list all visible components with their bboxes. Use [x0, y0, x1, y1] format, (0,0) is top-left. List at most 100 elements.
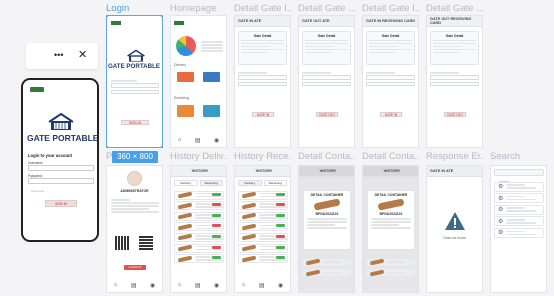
tab-receiving[interactable]: Receiving [199, 180, 223, 186]
detail-gate-in-receiving-frame[interactable]: GATE IN RECEIVING CARD Gate Detail GATE … [362, 15, 419, 148]
list-item[interactable] [238, 232, 288, 242]
frame-title-login[interactable]: Login [106, 3, 164, 14]
truck-icon[interactable] [177, 72, 194, 82]
signin-button[interactable]: SIGN IN [45, 200, 77, 207]
detail-gate-out-ate-frame[interactable]: GATE OUT ATE Gate Detail GATE OUT [298, 15, 355, 148]
frame-title-detail-2[interactable]: Detail Gate ... [298, 3, 356, 14]
history-delivery-frame[interactable]: HISTORY Delivery Receiving ⌂ ▤ ◉ [170, 165, 227, 293]
container-icon[interactable] [203, 72, 220, 82]
frame-title-detail-1[interactable]: Detail Gate I... [234, 3, 292, 14]
list-item[interactable] [238, 190, 288, 200]
frame-title-history-delivery[interactable]: History Deliv... [170, 151, 228, 162]
signin-button[interactable]: SIGN IN [121, 120, 149, 125]
gate-in-button[interactable]: GATE IN [380, 112, 402, 117]
input-field[interactable] [302, 75, 351, 80]
profile-info [111, 198, 159, 214]
tab-delivery[interactable]: Delivery [174, 180, 198, 186]
gate-logo [126, 49, 146, 63]
list-item[interactable] [302, 268, 352, 278]
input-field[interactable] [366, 75, 415, 80]
history-icon[interactable]: ▤ [259, 282, 265, 289]
list-item[interactable] [174, 254, 224, 264]
response-error-frame[interactable]: GATE IN ATE Data not found [426, 165, 483, 293]
brand-title: GATE PORTABLE [27, 133, 99, 143]
frame-title-homepage[interactable]: Homepage [170, 3, 228, 14]
detail-container-frame-1[interactable]: HISTORY DETAIL CONTAINER BPNU2023123 [298, 165, 355, 293]
profile-icon[interactable]: ◉ [214, 282, 219, 289]
selection-handle[interactable] [107, 16, 108, 17]
list-item[interactable] [238, 222, 288, 232]
list-item[interactable] [174, 243, 224, 253]
tab-receiving[interactable]: Receiving [263, 180, 287, 186]
tab-delivery[interactable]: Delivery [238, 180, 262, 186]
history-icon[interactable]: ▤ [195, 137, 201, 144]
profile-icon[interactable]: ◉ [150, 282, 155, 289]
input-field[interactable] [238, 81, 287, 87]
logout-button[interactable]: LOGOUT [124, 265, 146, 270]
list-item[interactable] [366, 257, 416, 267]
username-field[interactable] [111, 83, 159, 88]
frame-title-detail-container-1[interactable]: Detail Conta... [298, 151, 356, 162]
close-icon[interactable]: ✕ [78, 48, 87, 61]
selection-handle[interactable] [161, 146, 162, 147]
homepage-frame[interactable]: Delivery Receiving ⌂ ▤ ◉ [170, 15, 227, 148]
profile-icon[interactable]: ◉ [214, 137, 219, 144]
more-options-icon[interactable]: ••• [54, 50, 63, 60]
home-icon[interactable]: ⌂ [242, 282, 246, 289]
frame-title-detail-4[interactable]: Detail Gate ... [426, 3, 484, 14]
gate-in-button[interactable]: GATE IN [252, 112, 274, 117]
list-item[interactable] [238, 201, 288, 211]
input-field[interactable] [430, 81, 479, 87]
detail-gate-in-ate-frame[interactable]: GATE IN ATE Gate Detail GATE IN [234, 15, 291, 148]
detail-gate-out-receiving-frame[interactable]: GATE OUT RECEIVING CARD Gate Detail GATE… [426, 15, 483, 148]
profile-icon[interactable]: ◉ [278, 282, 283, 289]
list-item[interactable]: ⚙ [494, 193, 544, 204]
search-input[interactable]: Search [494, 169, 544, 184]
profile-frame[interactable]: ADMINISTRATOR LOGOUT ⌂ ▤ ◉ [106, 165, 163, 293]
frame-title-search[interactable]: Search [490, 151, 548, 162]
list-item[interactable]: ⚙ [494, 216, 544, 227]
list-item[interactable] [174, 190, 224, 200]
truck-icon[interactable] [177, 105, 194, 117]
gate-out-button[interactable]: GATE OUT [316, 112, 338, 117]
list-item[interactable] [174, 232, 224, 242]
password-field[interactable] [111, 89, 159, 95]
username-input[interactable]: Username [28, 165, 94, 180]
list-item[interactable]: ⚙ [494, 227, 544, 238]
list-item[interactable] [174, 201, 224, 211]
section-receiving: Receiving [174, 96, 189, 100]
selection-handle[interactable] [107, 146, 108, 147]
home-icon[interactable]: ⌂ [178, 137, 182, 144]
list-item[interactable] [302, 257, 352, 267]
list-item[interactable] [366, 268, 416, 278]
gate-detail-card: Gate Detail [302, 31, 351, 65]
list-item[interactable] [174, 222, 224, 232]
search-frame[interactable]: Search ⚙ ⚙ ⚙ ⚙ ⚙ [490, 165, 547, 293]
list-item[interactable]: ⚙ [494, 181, 544, 192]
phone-preview: GATE PORTABLE Login to your account User… [21, 78, 99, 242]
list-item[interactable] [238, 211, 288, 221]
list-item[interactable] [174, 211, 224, 221]
input-field[interactable] [302, 81, 351, 87]
login-frame[interactable]: GATE PORTABLE SIGN IN [106, 15, 163, 148]
home-icon[interactable]: ⌂ [114, 282, 118, 289]
input-field[interactable] [366, 81, 415, 87]
list-item[interactable]: ⚙ [494, 204, 544, 215]
input-field[interactable] [238, 75, 287, 80]
selection-handle[interactable] [161, 16, 162, 17]
detail-container-frame-2[interactable]: HISTORY DETAIL CONTAINER BPNU2023123 [362, 165, 419, 293]
history-icon[interactable]: ▤ [195, 282, 201, 289]
history-receiving-frame[interactable]: HISTORY Delivery Receiving ⌂ ▤ ◉ [234, 165, 291, 293]
frame-title-history-receiving[interactable]: History Rece... [234, 151, 292, 162]
list-item[interactable] [238, 243, 288, 253]
input-field[interactable] [430, 75, 479, 80]
container-icon[interactable] [203, 105, 220, 117]
home-icon[interactable]: ⌂ [178, 282, 182, 289]
history-icon[interactable]: ▤ [131, 282, 137, 289]
list-item[interactable] [238, 254, 288, 264]
password-input[interactable]: Password [28, 178, 94, 193]
gate-out-button[interactable]: GATE OUT [444, 112, 466, 117]
frame-title-response-error[interactable]: Response Er... [426, 151, 484, 162]
frame-title-detail-3[interactable]: Detail Gate I... [362, 3, 420, 14]
frame-title-detail-container-2[interactable]: Detail Conta... [362, 151, 420, 162]
